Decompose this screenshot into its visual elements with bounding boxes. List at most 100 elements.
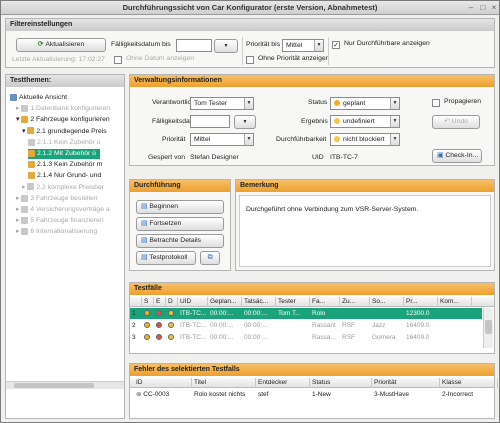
remark-text[interactable]: Durchgeführt ohne Verbindung zum VSR-Ser… [239,195,491,267]
tree-item[interactable]: ▾ 2 Fahrzeuge konfigurieren [16,115,110,125]
errors-header: Fehler des selektierten Testfalls [130,364,494,376]
chevron-down-icon: ▼ [244,98,253,109]
column-header[interactable]: UID [178,297,208,307]
result-icon [154,308,166,319]
tree-item[interactable]: 2.1.2 Mit Zubehör ü [28,149,100,159]
uid-value: ITB-TC-7 [330,154,358,161]
tree-item[interactable]: ▸ 1 Datenbank konfigurieren [16,104,110,114]
minimize-icon[interactable]: – [466,3,476,13]
test-cases-scrollbar[interactable] [483,308,493,348]
tree-item-label: 2.1 grundlegende Preis [36,127,107,135]
table-cell: Rassa... [312,334,336,341]
filter-panel: Filtereinstellungen ⟳ Aktualisieren Letz… [5,18,495,68]
due-date-input[interactable] [176,39,212,52]
table-cell: 00:00:... [210,310,234,317]
column-header[interactable]: Klasse [440,378,498,388]
no-date-checkbox[interactable] [114,56,122,64]
undo-button[interactable]: ↶ Undo [432,115,480,129]
table-row[interactable]: 3 ITB-TC... 00:00:... 00:00:... Rassa... RSF G… [130,332,482,343]
test-protocol-button[interactable]: ▤ Testprotokoll [136,251,196,265]
result-select[interactable]: undefiniert ▼ [330,115,400,128]
executable-only-checkbox[interactable]: ✓ [332,41,340,49]
table-cell: RSF [342,322,355,329]
tree-item[interactable]: ▸ 4 Versicherungsverträge a [16,205,110,215]
copy-icon: ⧉ [207,254,213,261]
folder-icon [28,149,35,157]
column-header[interactable]: Zu... [340,297,370,307]
due-date-dropdown[interactable]: ▼ [214,39,238,53]
begin-button[interactable]: ▤ Beginnen [136,200,224,214]
tree-item[interactable]: ▸ 3 Fahrzeuge bestellen [16,194,98,204]
column-header[interactable]: Tester [276,297,310,307]
chevron-down-icon: ▼ [244,134,253,145]
table-cell: stef [256,389,310,400]
column-header[interactable]: S [142,297,154,307]
tree-item[interactable]: 2.1.1 Kein Zubehör ü [28,138,100,148]
column-header[interactable]: D [166,297,178,307]
close-icon[interactable]: × [489,3,499,13]
tree-item[interactable]: 2.1.3 Kein Zubehör m [28,160,102,170]
remark-header: Bemerkung [236,180,494,192]
column-header[interactable]: Titel [192,378,256,388]
tree-item-label: 2.1.2 Mit Zubehör ü [37,150,96,157]
continue-button[interactable]: ▤ Fortsetzen [136,217,224,231]
table-cell: Rolo [312,310,326,317]
table-cell-text: 1-New [312,391,331,398]
column-header[interactable]: Fa... [310,297,340,307]
table-cell: Jazz [372,322,386,329]
scrollbar-thumb[interactable] [14,383,94,388]
executability-icon [166,320,178,331]
column-header[interactable]: Entdecker [256,378,310,388]
view-details-button[interactable]: ▤ Betrachte Details [136,234,224,248]
folder-icon [28,160,35,168]
scrollbar-thumb[interactable] [485,320,492,334]
propagate-checkbox[interactable] [432,99,440,107]
column-header[interactable]: Status [310,378,372,388]
executability-icon [166,308,178,319]
column-header[interactable]: E [154,297,166,307]
checkin-button[interactable]: ▣ Check-In... [432,149,482,163]
column-header[interactable]: Kom... [438,297,472,307]
tree-scrollbar[interactable] [6,381,124,389]
folder-icon [21,194,29,202]
table-row[interactable]: ⊗ CC-0003 Rolo kostet nichts stef 1-New 3-Mu… [130,389,494,400]
chevron-down-icon: ▼ [390,116,399,127]
maximize-icon[interactable]: □ [478,3,488,13]
result-icon [154,320,166,331]
admin-priority-select[interactable]: Mittel ▼ [190,133,254,146]
column-header[interactable] [130,297,142,307]
column-header[interactable]: Priorität [372,378,440,388]
table-cell [276,332,310,343]
tree-item[interactable]: Aktuelle Ansicht [10,93,67,103]
executability-select[interactable]: nicht blockiert ▼ [330,133,400,146]
divider [328,37,329,65]
copy-button[interactable]: ⧉ [200,251,220,265]
tree-item[interactable]: ▸ 2.2 komplexe Preisber [22,183,104,193]
table-row[interactable]: 1 ITB-TC... 00:00:... 00:00:... Tom T... Rolo… [130,308,482,319]
column-header[interactable]: Pr... [404,297,438,307]
tree-item[interactable]: ▸ 5 Fahrzeuge finanzieren [16,216,104,226]
view-icon [10,93,17,101]
executable-only-label: Nur Durchführbare anzeigen [344,40,430,47]
priority-select[interactable]: Mittel ▼ [282,39,324,52]
folder-icon [21,116,29,124]
column-header[interactable]: Geplan... [208,297,242,307]
tree-item[interactable]: ▾ 2.1 grundlegende Preis [22,127,107,137]
column-header[interactable]: Tatsäc... [242,297,276,307]
table-cell: 16409.0 [406,322,430,329]
refresh-button[interactable]: ⟳ Aktualisieren [16,38,106,52]
responsible-select[interactable]: Tom Tester ▼ [190,97,254,110]
status-select[interactable]: geplant ▼ [330,97,400,110]
tree-item[interactable]: ▸ 6 Internationalisierung [16,227,97,237]
admin-due-date-dropdown[interactable]: ▼ [234,115,256,129]
tree-item[interactable]: 2.1.4 Nur Grund- und [28,171,101,181]
table-row[interactable]: 2 ITB-TC... 00:00:... 00:00:... Rassant RSF Ja… [130,320,482,331]
column-header[interactable]: So... [370,297,404,307]
table-cell: 16409.0 [406,334,430,341]
no-priority-checkbox[interactable] [246,56,254,64]
status-dot-icon [334,100,340,107]
table-cell: 2 [132,322,136,329]
tree-item-label: 2.1.3 Kein Zubehör m [37,161,103,169]
column-header[interactable]: ID [134,378,192,388]
admin-due-date-input[interactable] [190,115,230,128]
